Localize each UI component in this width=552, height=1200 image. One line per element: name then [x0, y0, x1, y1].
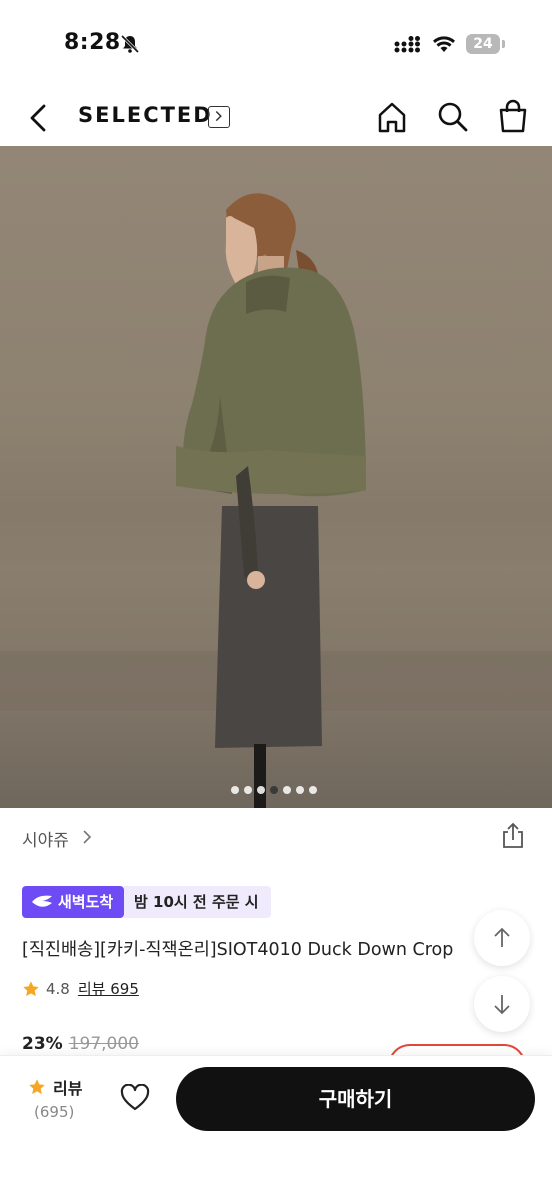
wifi-icon [433, 36, 455, 52]
buy-button[interactable]: 구매하기 [176, 1067, 535, 1131]
chevron-right-icon[interactable] [80, 829, 94, 845]
arrow-down-icon [494, 995, 510, 1015]
page-dot[interactable] [309, 786, 317, 794]
home-icon[interactable] [376, 100, 408, 134]
rating-row: 4.8 리뷰 695 [22, 978, 139, 999]
chevron-right-icon[interactable] [208, 106, 230, 128]
top-nav: SELECTED [0, 90, 552, 146]
price-row: 23% 197,000 [22, 1034, 139, 1054]
star-icon [29, 1079, 45, 1095]
status-time: 8:28 [64, 30, 121, 55]
delivery-wing-icon [32, 895, 52, 907]
product-title: [직진배송][카키-직잭온리]SIOT4010 Duck Down Crop [22, 940, 454, 960]
gallery-pagination [231, 786, 317, 794]
page-dot[interactable] [283, 786, 291, 794]
brand-name[interactable]: SELECTED [78, 103, 213, 127]
star-icon [23, 980, 39, 996]
scroll-top-button[interactable] [474, 910, 530, 966]
page-dot[interactable] [257, 786, 265, 794]
page-dot-active[interactable] [270, 786, 278, 794]
cart-icon[interactable] [496, 98, 530, 134]
review-label[interactable]: 리뷰 [53, 1075, 82, 1099]
share-icon[interactable] [500, 822, 526, 850]
page-dot[interactable] [244, 786, 252, 794]
scroll-bottom-button[interactable] [474, 976, 530, 1032]
page-dot[interactable] [296, 786, 304, 794]
battery-indicator: 24 [466, 34, 506, 56]
page-dot[interactable] [231, 786, 239, 794]
search-icon[interactable] [436, 100, 470, 134]
status-bar: 8:28 24 [0, 0, 552, 90]
original-price: 197,000 [68, 1034, 140, 1054]
battery-level: 24 [466, 34, 500, 54]
seller-link[interactable]: 시야쥬 [22, 826, 69, 851]
heart-icon[interactable] [120, 1084, 150, 1112]
dawn-delivery-badge: 새벽도착 [22, 886, 124, 918]
delivery-note: 밤 10시 전 주문 시 [124, 886, 271, 918]
discount-rate: 23% [22, 1034, 63, 1054]
review-count[interactable]: (695) [34, 1103, 74, 1121]
rating-score: 4.8 [46, 979, 70, 998]
arrow-up-icon [494, 927, 510, 947]
badge-label: 새벽도착 [58, 893, 114, 911]
back-icon[interactable] [22, 98, 54, 138]
product-photo [176, 193, 366, 808]
review-link[interactable]: 리뷰 695 [78, 978, 139, 999]
product-image-gallery[interactable] [0, 146, 552, 808]
signal-icon [394, 36, 420, 53]
bell-muted-icon [120, 34, 140, 54]
bottom-action-bar: 리뷰 (695) 구매하기 [0, 1055, 552, 1200]
